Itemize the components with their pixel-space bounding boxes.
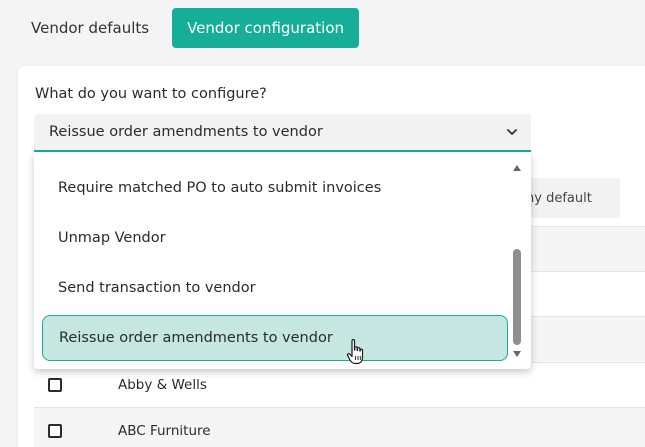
tab-vendor-defaults[interactable]: Vendor defaults (16, 8, 164, 48)
chevron-down-icon (507, 129, 517, 135)
scroll-up-arrow-icon[interactable] (513, 165, 521, 171)
option-unmap-vendor[interactable]: Unmap Vendor (42, 215, 508, 261)
row-checkbox[interactable] (48, 423, 62, 438)
scroll-thumb[interactable] (513, 249, 521, 345)
vendor-name: ABC Furniture (118, 422, 211, 439)
configure-question-label: What do you want to configure? (35, 86, 267, 102)
configure-select[interactable]: Reissue order amendments to vendor (34, 114, 531, 152)
configure-options-list: Require matched PO to auto submit invoic… (34, 153, 531, 369)
scroll-down-arrow-icon[interactable] (513, 351, 521, 357)
option-require-matched-po[interactable]: Require matched PO to auto submit invoic… (42, 165, 508, 211)
tab-vendor-configuration[interactable]: Vendor configuration (172, 8, 360, 48)
tab-bar: Vendor defaults Vendor configuration (16, 8, 360, 48)
option-send-transaction[interactable]: Send transaction to vendor (42, 265, 508, 311)
options-scrollbar[interactable] (511, 161, 523, 361)
row-checkbox[interactable] (48, 377, 62, 392)
option-reissue-order-amendments[interactable]: Reissue order amendments to vendor (42, 315, 508, 361)
configure-select-value: Reissue order amendments to vendor (49, 124, 323, 140)
table-row: ABC Furniture (34, 408, 645, 447)
vendor-name: Abby & Wells (118, 376, 207, 393)
